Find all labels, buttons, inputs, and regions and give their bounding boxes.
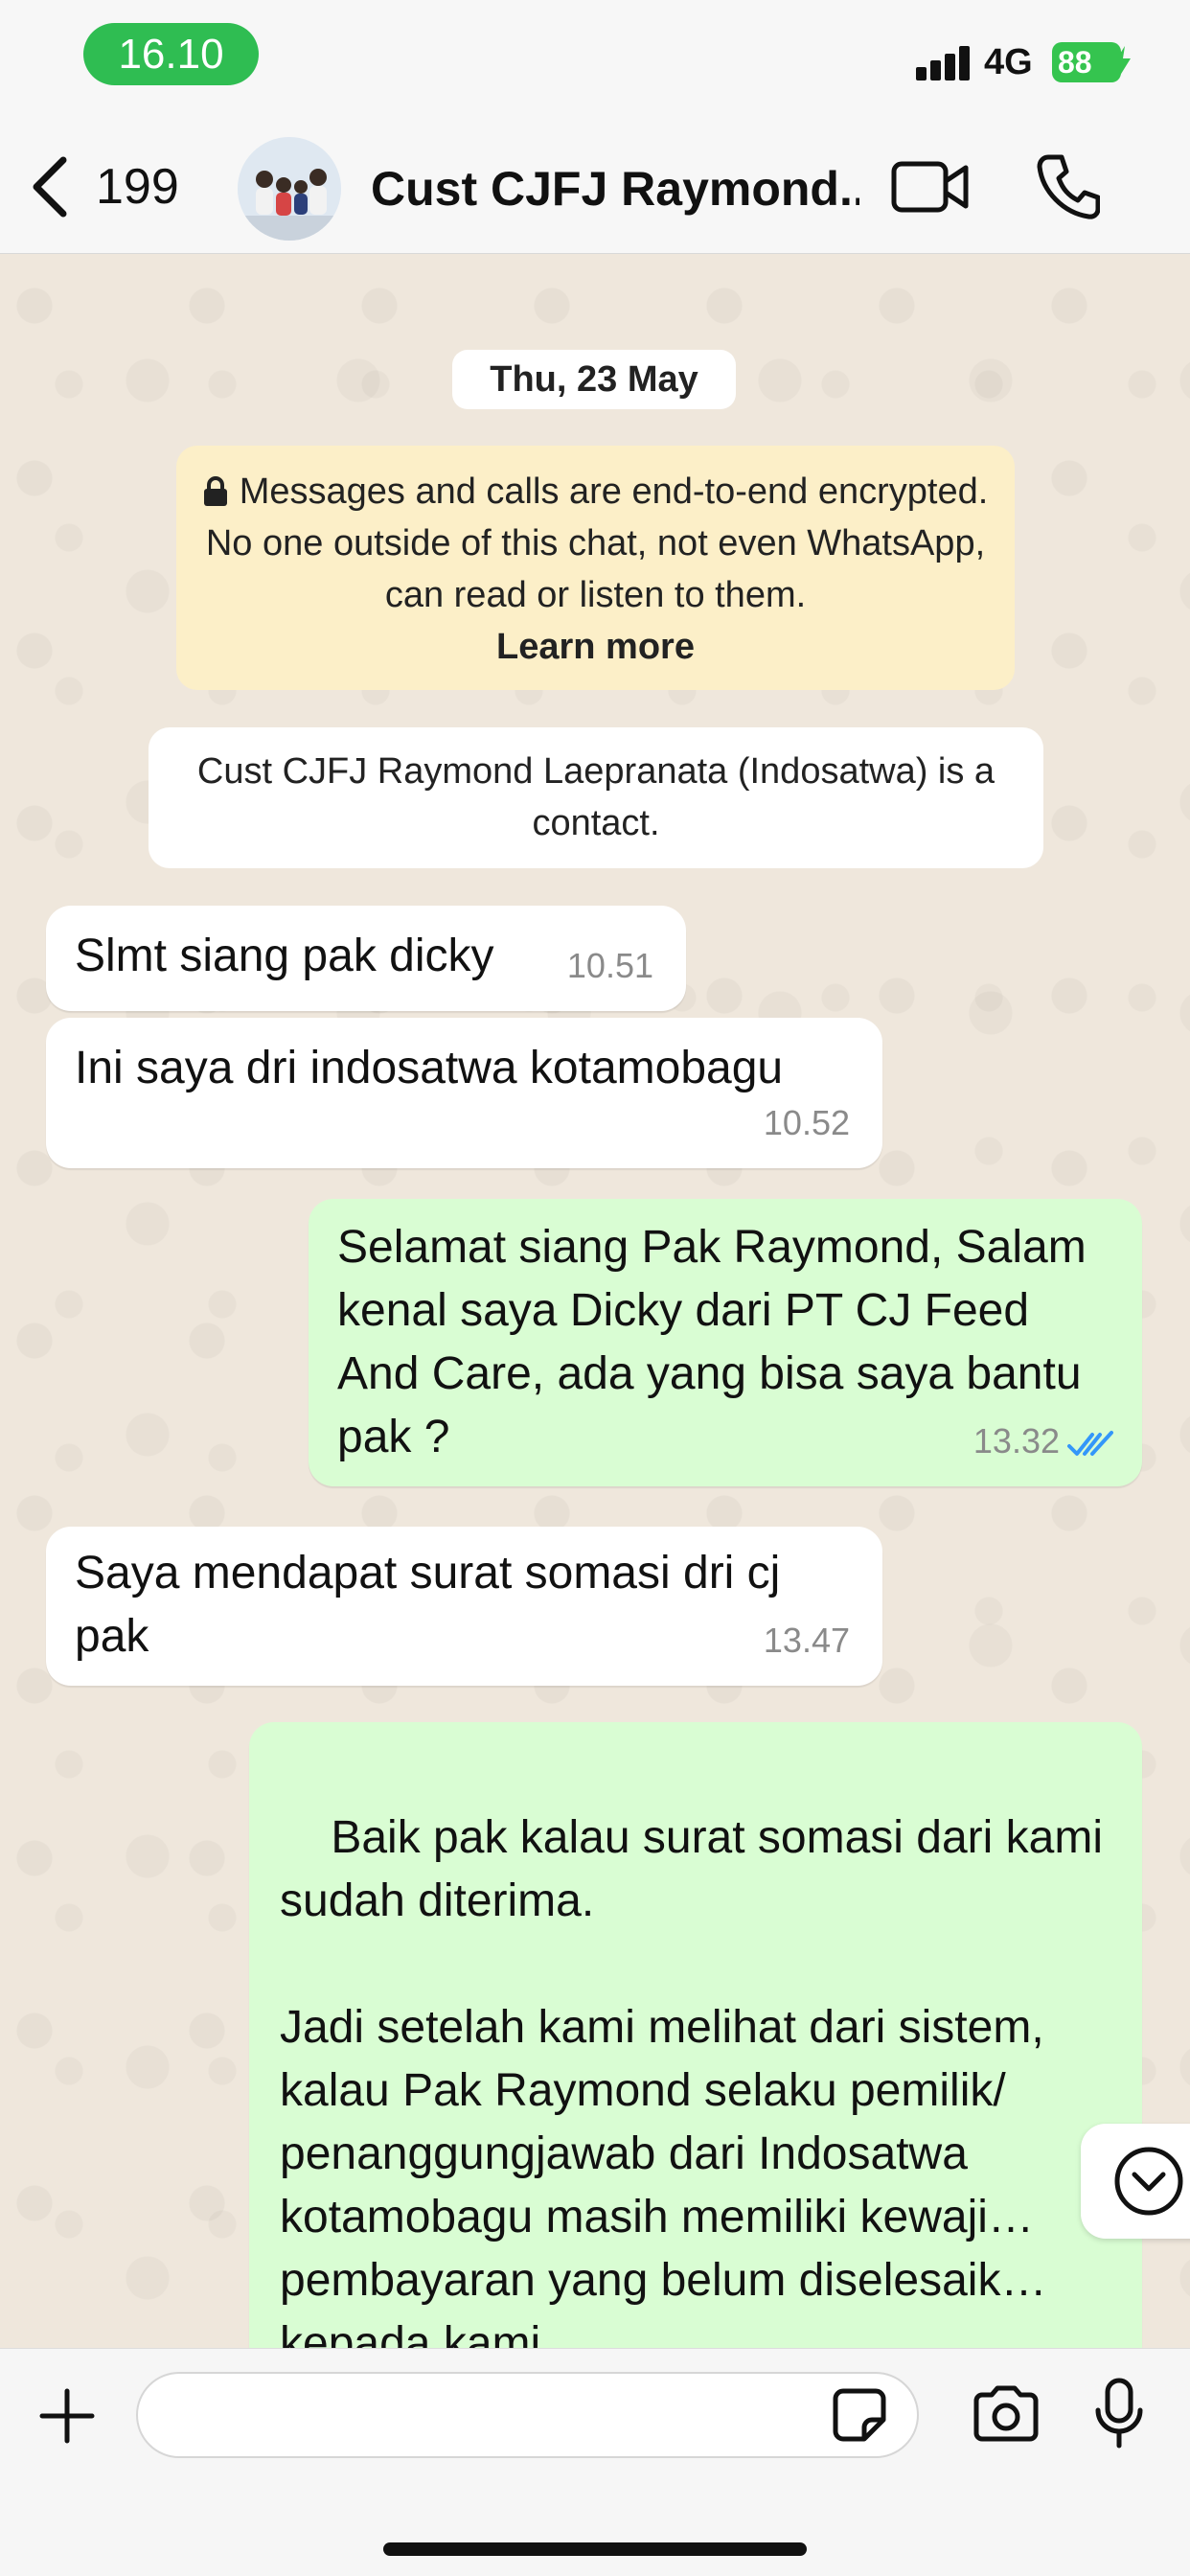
learn-more-link[interactable]: Learn more bbox=[496, 627, 695, 667]
network-type: 4G bbox=[984, 42, 1033, 82]
back-button[interactable]: 199 bbox=[29, 153, 179, 220]
date-separator: Thu, 23 May bbox=[452, 350, 736, 409]
chat-title[interactable]: Cust CJFJ Raymond... bbox=[371, 161, 859, 217]
message-time: 10.51 bbox=[566, 946, 653, 985]
message-input[interactable] bbox=[136, 2372, 919, 2458]
contact-avatar[interactable] bbox=[238, 137, 341, 241]
encryption-text: Messages and calls are end-to-end encryp… bbox=[205, 472, 989, 615]
message-text: Ini saya dri indosatwa kotamobagu bbox=[75, 1043, 784, 1093]
scroll-to-bottom-button[interactable] bbox=[1081, 2124, 1190, 2239]
message-time: 10.52 bbox=[763, 1103, 850, 1142]
group-photo-icon bbox=[238, 137, 341, 241]
plus-icon[interactable] bbox=[38, 2387, 96, 2445]
chat-area[interactable]: Thu, 23 May Messages and calls are end-t… bbox=[0, 254, 1190, 2348]
message-text: Slmt siang pak dicky bbox=[75, 931, 494, 981]
contact-notice: Cust CJFJ Raymond Laepranata (Indosatwa)… bbox=[149, 727, 1043, 868]
cellular-signal-icon bbox=[916, 46, 970, 80]
message-time: 13.32 bbox=[973, 1421, 1060, 1460]
message-bubble-incoming[interactable]: Ini saya dri indosatwa kotamobagu 10.52 bbox=[46, 1018, 882, 1168]
unread-count: 199 bbox=[96, 159, 179, 215]
top-bar: 16.10 4G 88 199 Cust CJFJ Raymond... bbox=[0, 0, 1190, 254]
microphone-icon[interactable] bbox=[1094, 2378, 1144, 2449]
chevron-down-circle-icon bbox=[1114, 2147, 1183, 2216]
video-call-button[interactable] bbox=[891, 158, 970, 216]
double-check-icon bbox=[1067, 1431, 1113, 1456]
voice-call-button[interactable] bbox=[1037, 153, 1100, 220]
sticker-icon[interactable] bbox=[832, 2387, 887, 2443]
message-time: 13.47 bbox=[763, 1621, 850, 1660]
lock-icon bbox=[203, 476, 227, 506]
chevron-left-icon bbox=[33, 156, 67, 218]
message-bubble-outgoing[interactable]: Selamat siang Pak Raymond, Salam kenal s… bbox=[309, 1199, 1142, 1486]
message-bubble-incoming[interactable]: Slmt siang pak dicky 10.51 bbox=[46, 906, 686, 1011]
message-bubble-outgoing[interactable]: Baik pak kalau surat somasi dari kami su… bbox=[249, 1722, 1142, 2348]
home-indicator bbox=[383, 2542, 807, 2556]
camera-icon[interactable] bbox=[973, 2385, 1040, 2443]
status-time: 16.10 bbox=[83, 23, 259, 85]
message-meta: 13.32 bbox=[973, 1410, 1113, 1473]
encryption-notice[interactable]: Messages and calls are end-to-end encryp… bbox=[176, 446, 1015, 690]
message-bubble-incoming[interactable]: Saya mendapat surat somasi dri cj pak 13… bbox=[46, 1527, 882, 1686]
message-text: Saya mendapat surat somasi dri cj pak bbox=[75, 1548, 781, 1662]
charging-icon bbox=[1113, 46, 1131, 79]
message-text: Baik pak kalau surat somasi dari kami su… bbox=[280, 1812, 1104, 2348]
composer-bar bbox=[0, 2348, 1190, 2576]
